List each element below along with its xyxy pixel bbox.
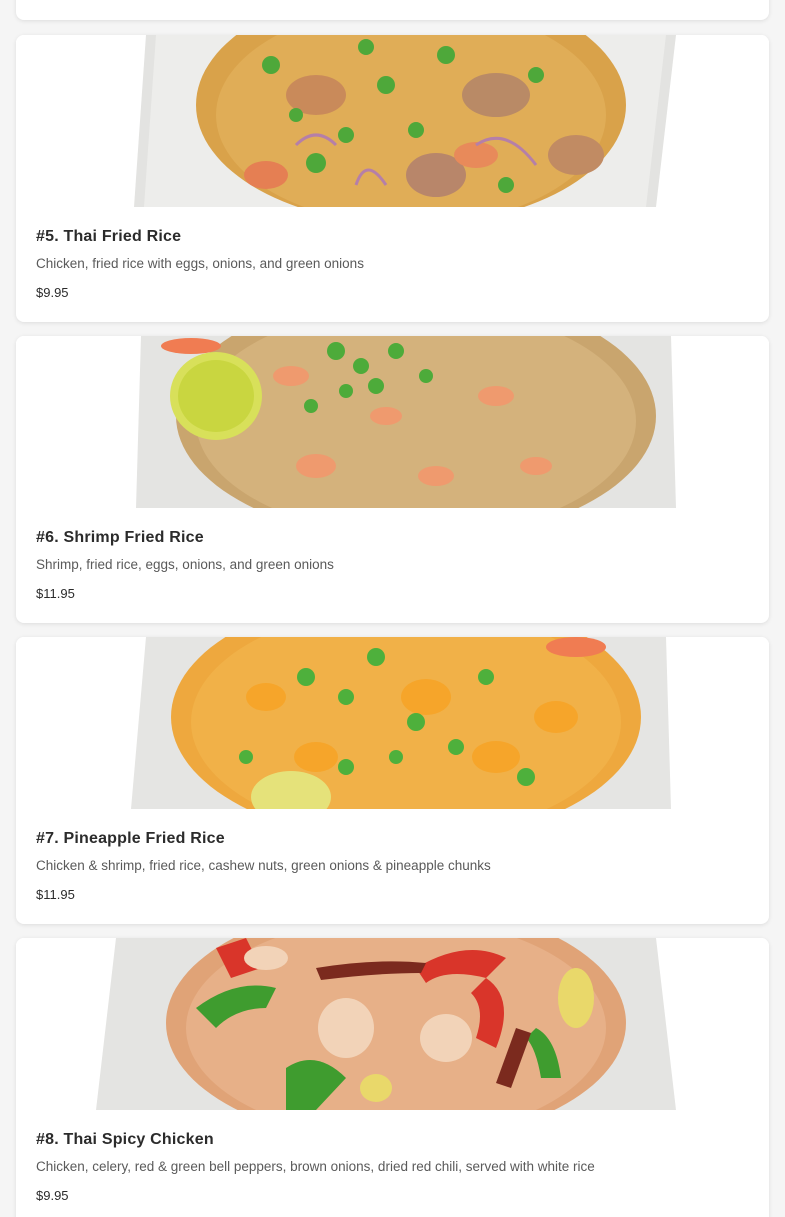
item-title: #7. Pineapple Fried Rice (36, 830, 225, 847)
item-title: #6. Shrimp Fried Rice (36, 529, 204, 546)
menu-item-card[interactable]: #7. Pineapple Fried Rice Chicken & shrim… (16, 637, 769, 924)
thai-spicy-chicken-photo (16, 938, 769, 1110)
item-price: $11.95 (36, 887, 75, 902)
item-description: Shrimp, fried rice, eggs, onions, and gr… (36, 557, 334, 572)
shrimp-fried-rice-photo (16, 336, 769, 508)
pineapple-fried-rice-photo (16, 637, 769, 809)
menu-item-card[interactable]: #6. Shrimp Fried Rice Shrimp, fried rice… (16, 336, 769, 623)
menu-item-card[interactable]: #8. Thai Spicy Chicken Chicken, celery, … (16, 938, 769, 1217)
item-price: $9.95 (36, 1188, 69, 1203)
item-description: Chicken & shrimp, fried rice, cashew nut… (36, 858, 491, 873)
item-description: Chicken, celery, red & green bell pepper… (36, 1159, 595, 1174)
item-price: $11.95 (36, 586, 75, 601)
item-title: #5. Thai Fried Rice (36, 228, 182, 245)
menu-list: #5. Thai Fried Rice Chicken, fried rice … (0, 0, 785, 1217)
item-title: #8. Thai Spicy Chicken (36, 1131, 214, 1148)
menu-item-card[interactable]: #5. Thai Fried Rice Chicken, fried rice … (16, 35, 769, 322)
item-price: $9.95 (36, 285, 69, 300)
menu-item-card-partial[interactable] (16, 0, 769, 20)
thai-fried-rice-photo (16, 35, 769, 207)
item-description: Chicken, fried rice with eggs, onions, a… (36, 256, 364, 271)
